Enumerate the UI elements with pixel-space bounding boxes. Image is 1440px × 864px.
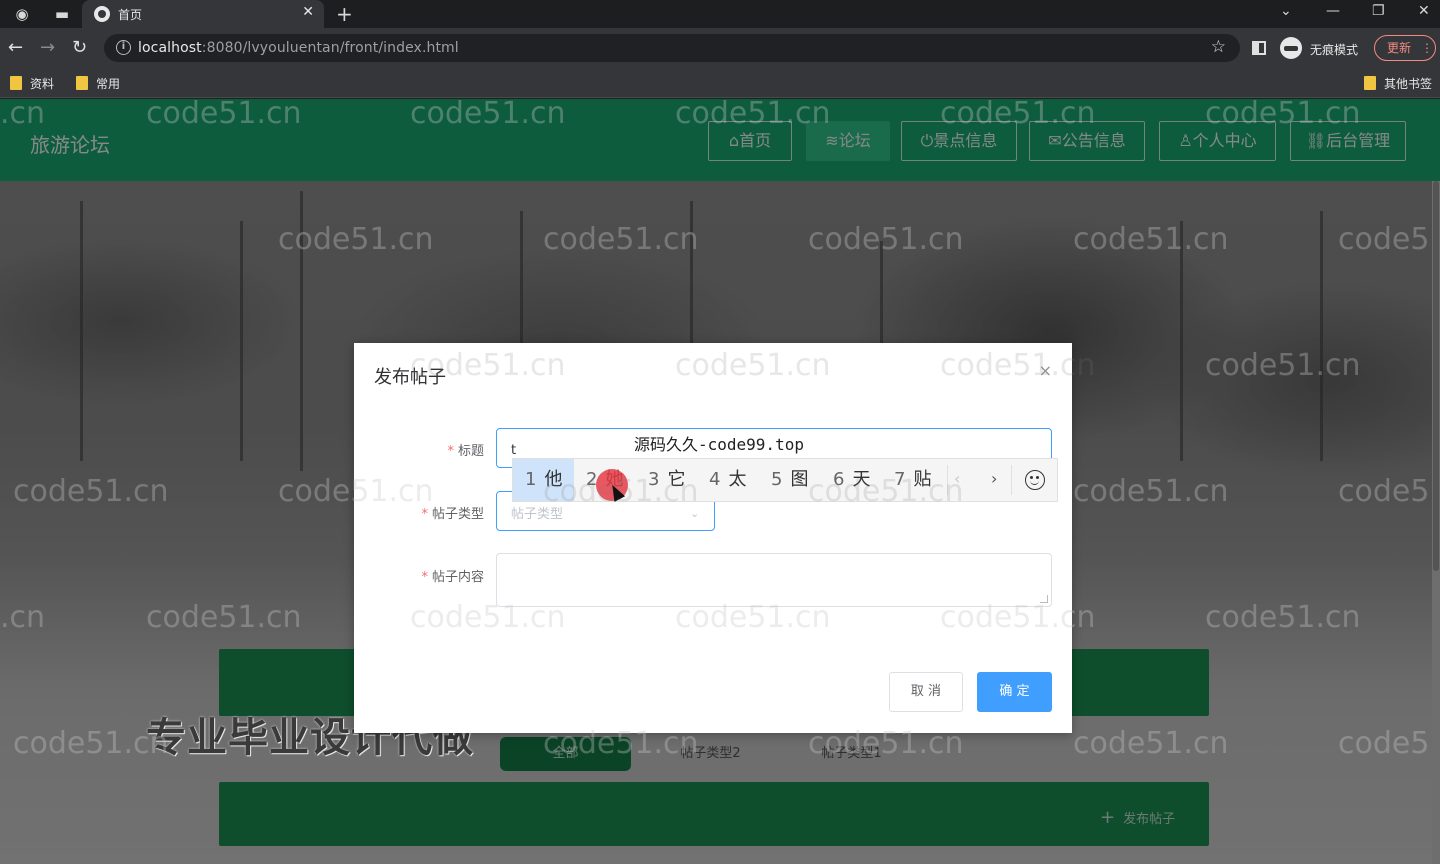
watermark: code51.cn <box>543 474 699 509</box>
address-bar[interactable]: i localhost:8080/lvyouluentan/front/inde… <box>104 34 1240 62</box>
watermark: code51.cn <box>278 474 434 509</box>
globe-icon <box>94 6 110 22</box>
incognito-icon[interactable] <box>1280 37 1302 59</box>
new-tab-icon[interactable]: + <box>336 2 353 26</box>
browser-toolbar: ← → ↻ i localhost:8080/lvyouluentan/fron… <box>0 28 1440 68</box>
post-content-label: * 帖子内容 <box>421 570 484 585</box>
incognito-label[interactable]: 无痕模式 <box>1310 41 1358 58</box>
browser-tabstrip: ◉ ▬ 首页 ✕ + ⌄ — ❐ ✕ <box>0 0 1440 28</box>
watermark: code51.cn <box>13 474 169 509</box>
watermark: code51.cn <box>543 726 699 761</box>
update-button[interactable]: 更新 ⋮ <box>1374 35 1436 61</box>
reload-icon[interactable]: ↻ <box>72 37 87 58</box>
watermark: code51.cn <box>146 600 302 635</box>
side-panel-icon[interactable] <box>1252 41 1266 55</box>
watermark: code51.cn <box>940 600 1096 635</box>
watermark: .cn <box>0 600 46 635</box>
watermark: code51.cn <box>13 726 169 761</box>
watermark: code51.cn <box>1205 348 1361 383</box>
site-info-icon[interactable]: i <box>116 40 131 55</box>
title-label: * 标题 <box>447 444 484 459</box>
bookmark-star-icon[interactable]: ☆ <box>1211 37 1226 57</box>
ime-next-page-icon[interactable]: › <box>991 469 997 488</box>
tab-search-icon[interactable]: ▬ <box>52 4 72 24</box>
title-input-value: t <box>511 443 517 458</box>
watermark: code5 <box>1338 222 1430 257</box>
watermark: code51.cn <box>808 474 964 509</box>
watermark: code51.cn <box>1205 96 1361 131</box>
watermark: code51.cn <box>1205 600 1361 635</box>
watermark: code51.cn <box>808 222 964 257</box>
watermark: code51.cn <box>146 96 302 131</box>
restore-icon[interactable]: ❐ <box>1372 3 1385 19</box>
window-close-icon[interactable]: ✕ <box>1418 3 1430 19</box>
browser-tab-active[interactable]: 首页 ✕ <box>82 0 324 28</box>
ime-candidate[interactable]: 4太 <box>709 459 746 501</box>
forward-arrow-icon[interactable]: → <box>40 37 55 58</box>
watermark: code51.cn <box>675 348 831 383</box>
browser-menu-icon[interactable]: ◉ <box>12 4 32 24</box>
ime-candidate[interactable]: 5图 <box>771 459 808 501</box>
publish-post-dialog: 发布帖子 × * 标题 t * 帖子类型 帖子类型 ⌄ * 帖子内容 取 消 确 定 <box>354 343 1072 733</box>
tab-title: 首页 <box>118 8 143 22</box>
watermark: code51.cn <box>410 348 566 383</box>
watermark: code51.cn <box>808 726 964 761</box>
watermark: code51.cn <box>1073 726 1229 761</box>
bookmark-folder-2[interactable]: 常用 <box>76 75 120 92</box>
watermark: code51.cn <box>1073 474 1229 509</box>
url-text[interactable]: localhost:8080/lvyouluentan/front/index.… <box>138 40 459 56</box>
watermark: code51.cn <box>410 96 566 131</box>
ime-divider <box>1011 465 1012 495</box>
watermark: code51.cn <box>675 96 831 131</box>
tab-list-chevron-icon[interactable]: ⌄ <box>1280 3 1292 19</box>
watermark: code51.cn <box>278 222 434 257</box>
minimize-icon[interactable]: — <box>1326 3 1340 19</box>
watermark: code51.cn <box>543 222 699 257</box>
watermark: .cn <box>0 96 46 131</box>
tab-close-icon[interactable]: ✕ <box>302 4 314 20</box>
emoji-icon[interactable] <box>1025 470 1045 490</box>
post-content-textarea[interactable] <box>496 553 1052 607</box>
watermark: code5 <box>1338 726 1430 761</box>
bookmark-folder-1[interactable]: 资料 <box>10 75 54 92</box>
watermark: code51.cn <box>940 96 1096 131</box>
bookmarks-bar: 资料 常用 其他书签 <box>0 68 1440 98</box>
watermark: code51.cn <box>675 600 831 635</box>
cancel-button[interactable]: 取 消 <box>889 672 963 712</box>
watermark: code51.cn <box>410 600 566 635</box>
kebab-menu-icon[interactable]: ⋮ <box>1421 41 1433 55</box>
watermark: code51.cn <box>940 348 1096 383</box>
other-bookmarks[interactable]: 其他书签 <box>1364 75 1432 92</box>
back-arrow-icon[interactable]: ← <box>8 37 23 58</box>
confirm-button[interactable]: 确 定 <box>977 672 1052 712</box>
watermark: code5 <box>1338 474 1430 509</box>
watermark: code51.cn <box>1073 222 1229 257</box>
ime-composition-text: 源码久久-code99.top <box>634 435 804 454</box>
